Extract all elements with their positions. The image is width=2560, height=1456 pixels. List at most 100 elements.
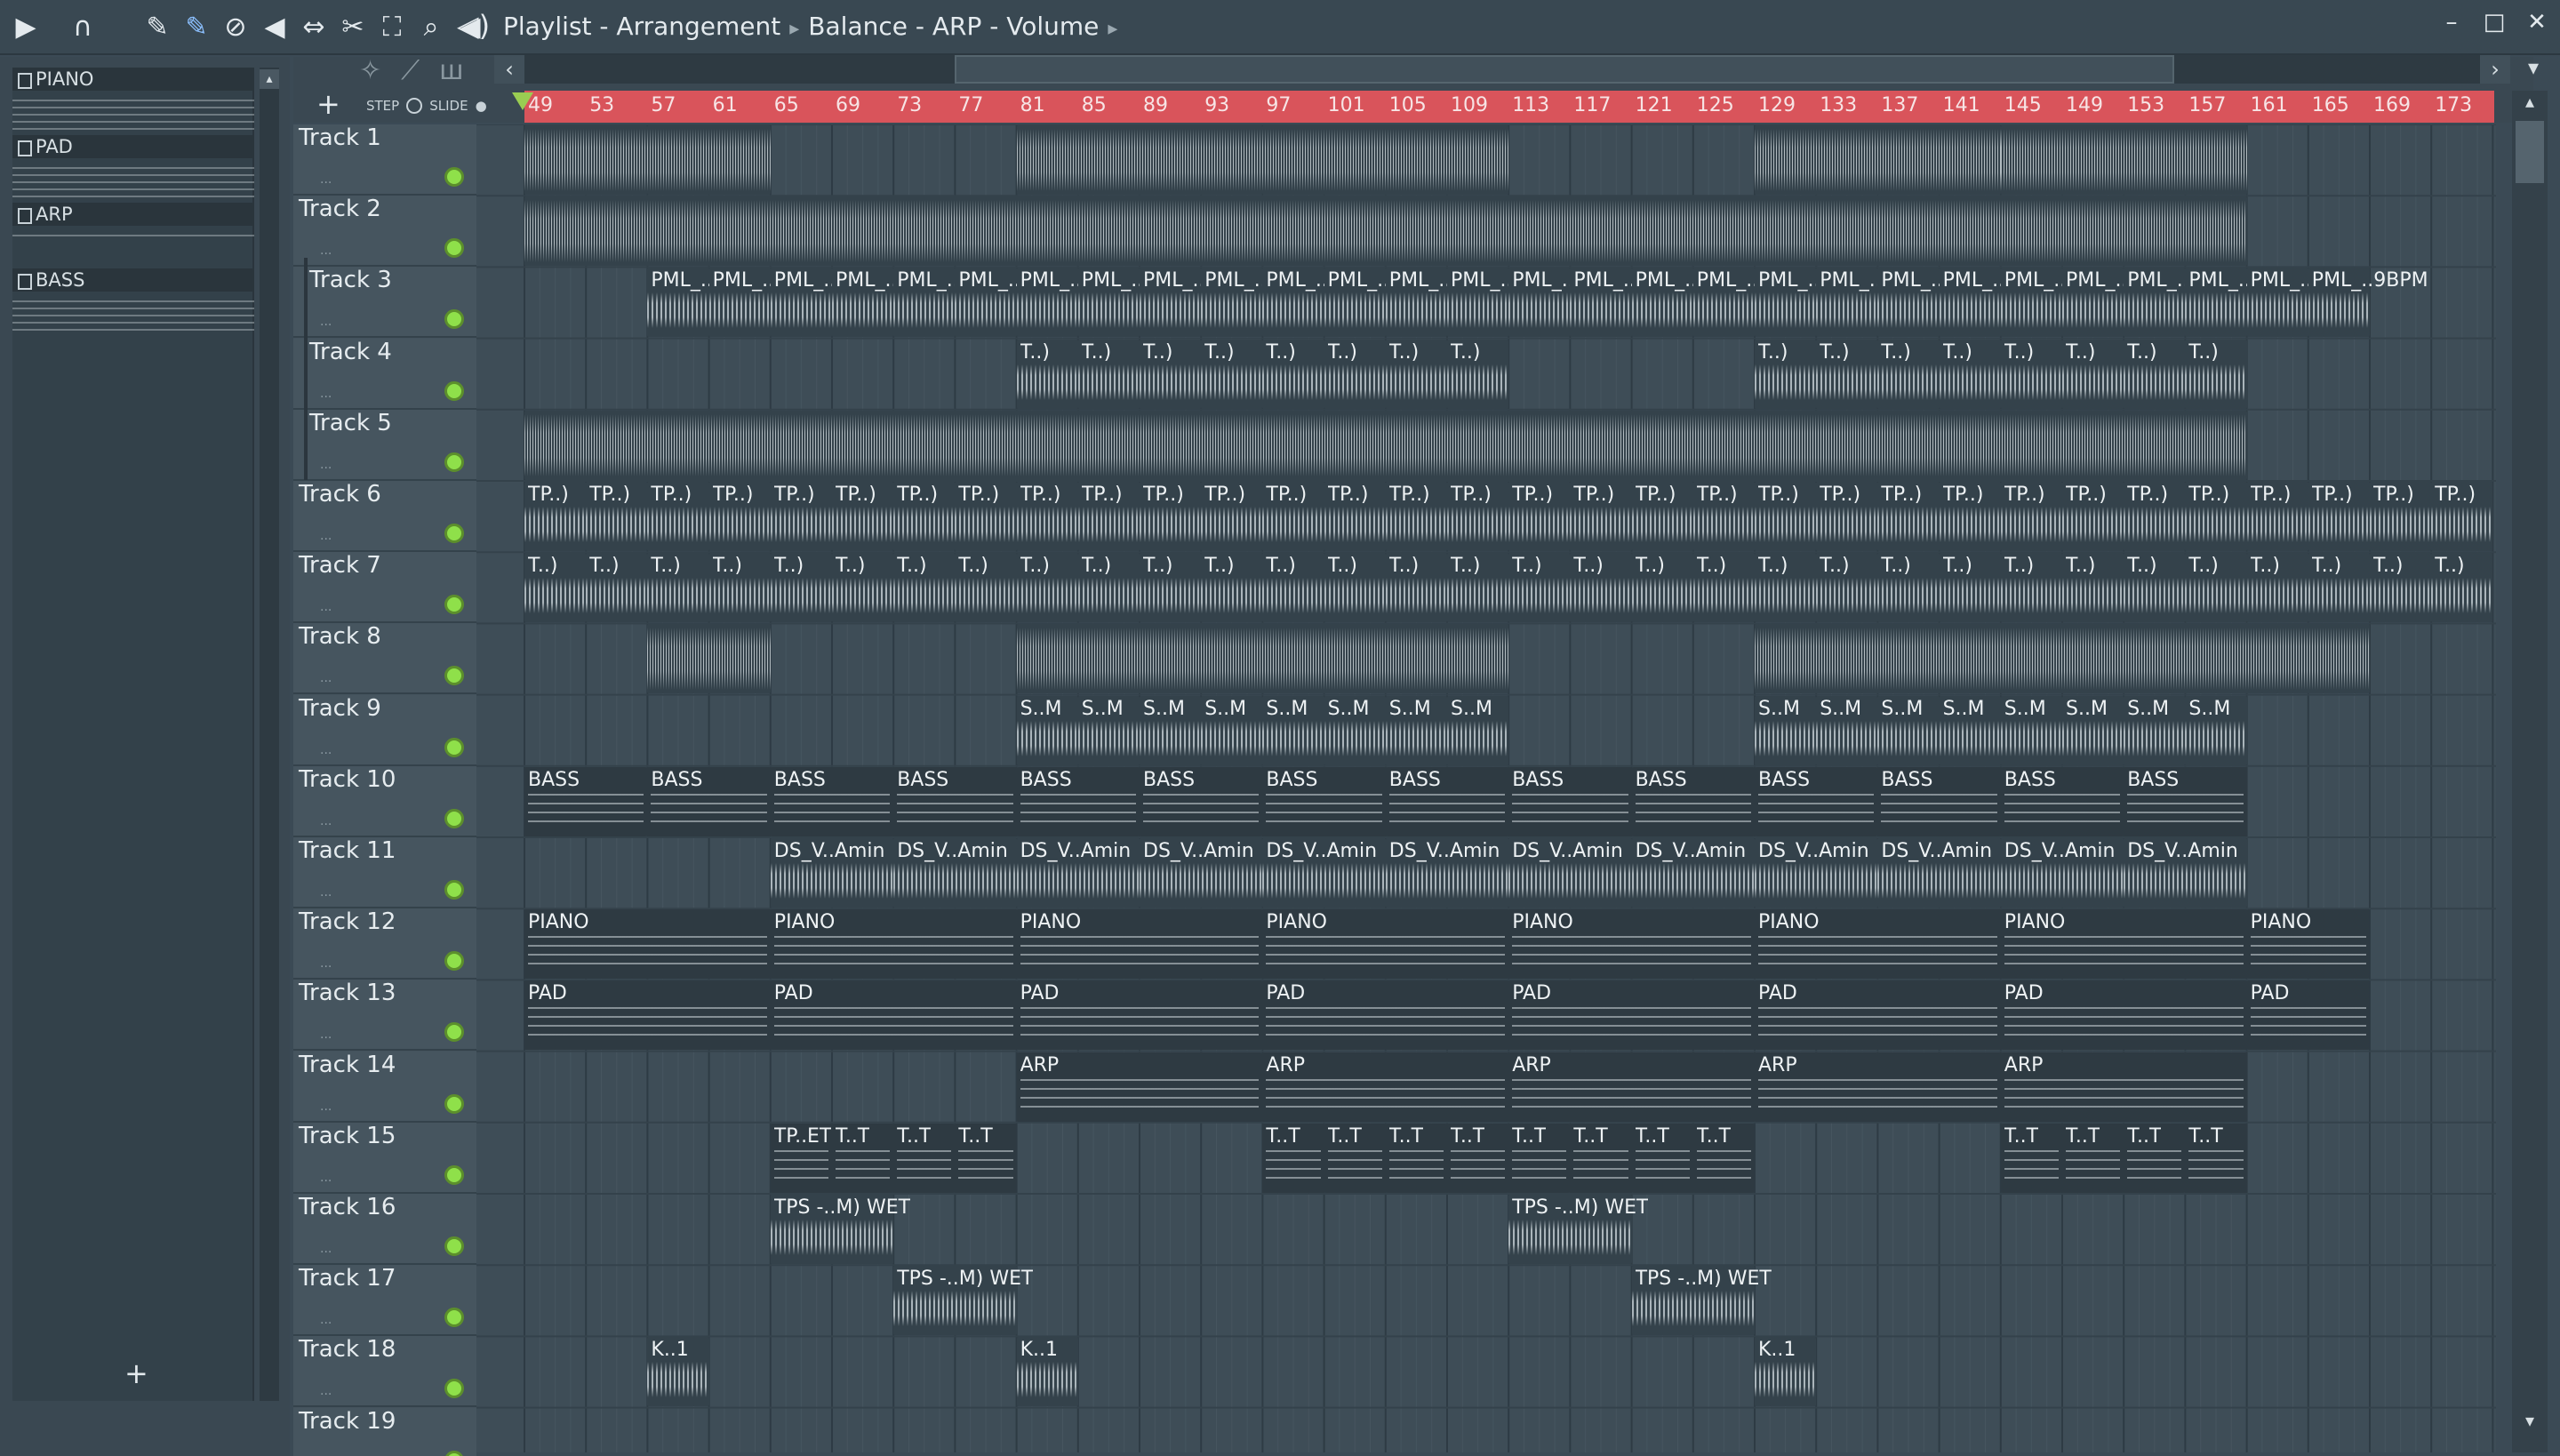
- clip[interactable]: TP..): [1201, 482, 1263, 551]
- track-mute-led-icon[interactable]: [444, 238, 464, 259]
- clip[interactable]: T..T: [1447, 1123, 1509, 1193]
- clip[interactable]: PML_..9BPM: [2000, 268, 2121, 338]
- clip[interactable]: [2000, 125, 2247, 195]
- track-mute-led-icon[interactable]: [444, 737, 464, 757]
- clip[interactable]: [647, 624, 771, 694]
- clip[interactable]: PML_..9BPM: [708, 268, 828, 338]
- clip[interactable]: PAD: [1262, 980, 1509, 1051]
- clip[interactable]: PML_..9BPM: [1140, 268, 1260, 338]
- clip[interactable]: T..): [1877, 339, 1940, 409]
- clip[interactable]: T..): [2062, 339, 2124, 409]
- clip[interactable]: PML_..9BPM: [1755, 268, 1875, 338]
- clip[interactable]: S..M: [1324, 695, 1386, 765]
- clip[interactable]: S..M: [2062, 695, 2124, 765]
- clip[interactable]: T..): [1262, 339, 1324, 409]
- clip[interactable]: PML_..9BPM: [1939, 268, 2059, 338]
- clip[interactable]: T..): [1447, 553, 1509, 623]
- clip[interactable]: DS_V..Amin: [1140, 838, 1263, 908]
- clip[interactable]: PML_..9BPM: [1570, 268, 1690, 338]
- clip[interactable]: T..): [586, 553, 648, 623]
- clip[interactable]: T..): [2185, 553, 2247, 623]
- piano-roll-icon[interactable]: ш: [439, 55, 463, 86]
- clip[interactable]: T..T: [1692, 1123, 1755, 1193]
- clip[interactable]: T..T: [832, 1123, 894, 1193]
- clip[interactable]: T..): [1201, 553, 1263, 623]
- clip[interactable]: TP..): [770, 482, 832, 551]
- clip[interactable]: PIANO: [770, 909, 1017, 980]
- clip[interactable]: T..): [1140, 339, 1202, 409]
- clip[interactable]: S..M: [1816, 695, 1878, 765]
- picker-item[interactable]: PIANO: [12, 68, 254, 135]
- clip[interactable]: BASS: [770, 766, 894, 836]
- clip[interactable]: PML_..9BPM: [1324, 268, 1444, 338]
- clip[interactable]: DS_V..Amin: [1755, 838, 1878, 908]
- track-header[interactable]: Track 18...: [293, 1336, 476, 1408]
- clip[interactable]: T..T: [2185, 1123, 2247, 1193]
- clip[interactable]: T..T: [1508, 1123, 1571, 1193]
- clip[interactable]: PIANO: [524, 909, 771, 980]
- step-toggle[interactable]: [406, 98, 423, 114]
- vertical-scroll-thumb[interactable]: [2516, 121, 2544, 183]
- track-grip-icon[interactable]: ...: [320, 1171, 332, 1185]
- clip[interactable]: TP..): [1077, 482, 1140, 551]
- clip[interactable]: PML_..9BPM: [2062, 268, 2182, 338]
- clip[interactable]: PML_..9BPM: [2308, 268, 2428, 338]
- clip[interactable]: PML_..9BPM: [1016, 268, 1136, 338]
- vertical-scrollbar[interactable]: [2512, 91, 2548, 1452]
- track-mute-led-icon[interactable]: [444, 1450, 464, 1456]
- clip[interactable]: TP..): [1692, 482, 1755, 551]
- clip[interactable]: ARP: [1755, 1052, 2001, 1122]
- clip[interactable]: T..): [1939, 553, 2001, 623]
- clip[interactable]: TP..): [1140, 482, 1202, 551]
- track-grip-icon[interactable]: ...: [320, 885, 332, 900]
- clip[interactable]: T..T: [1570, 1123, 1632, 1193]
- picker-list[interactable]: PIANO PAD ARP BASS: [12, 68, 254, 1401]
- clip[interactable]: PIANO: [1508, 909, 1755, 980]
- track-header[interactable]: Track 10...: [293, 765, 476, 837]
- clip[interactable]: TP..): [832, 482, 894, 551]
- clip[interactable]: S..M: [2185, 695, 2247, 765]
- clip[interactable]: T..): [1262, 553, 1324, 623]
- clip[interactable]: T..): [1939, 339, 2001, 409]
- clip[interactable]: [1016, 125, 1263, 195]
- clip[interactable]: PAD: [1508, 980, 1755, 1051]
- clip[interactable]: K..1: [1755, 1337, 1817, 1407]
- clip[interactable]: TP..): [1631, 482, 1693, 551]
- clip[interactable]: T..T: [2124, 1123, 2186, 1193]
- clip[interactable]: DS_V..Amin: [893, 838, 1017, 908]
- clip[interactable]: BASS: [1631, 766, 1755, 836]
- clip[interactable]: PIANO: [1262, 909, 1509, 980]
- track-grip-icon[interactable]: ...: [320, 529, 332, 543]
- clip[interactable]: TP..): [2431, 482, 2493, 551]
- clip[interactable]: TP..): [1877, 482, 1940, 551]
- clip[interactable]: BASS: [647, 766, 771, 836]
- clip[interactable]: T..): [832, 553, 894, 623]
- track-mute-led-icon[interactable]: [444, 666, 464, 686]
- track-grip-icon[interactable]: ...: [320, 814, 332, 828]
- track-mute-led-icon[interactable]: [444, 880, 464, 900]
- clip[interactable]: T..T: [1262, 1123, 1324, 1193]
- clip[interactable]: S..M: [1016, 695, 1078, 765]
- track-header[interactable]: Track 8...: [293, 623, 476, 695]
- track-mute-led-icon[interactable]: [444, 1308, 464, 1328]
- clip[interactable]: [647, 125, 771, 195]
- clip[interactable]: T..): [893, 553, 956, 623]
- clip[interactable]: TP..): [2062, 482, 2124, 551]
- close-button[interactable]: ✕: [2524, 9, 2549, 36]
- clip[interactable]: TP..): [1324, 482, 1386, 551]
- clip[interactable]: T..): [770, 553, 832, 623]
- clip[interactable]: TP..): [2246, 482, 2308, 551]
- clip[interactable]: T..T: [2062, 1123, 2124, 1193]
- clip[interactable]: [524, 196, 2247, 267]
- track-grip-icon[interactable]: ...: [320, 600, 332, 614]
- clip[interactable]: T..T: [893, 1123, 956, 1193]
- clip[interactable]: T..): [2062, 553, 2124, 623]
- track-header[interactable]: Track 14...: [293, 1051, 476, 1123]
- track-grip-icon[interactable]: ...: [320, 1242, 332, 1256]
- clip[interactable]: T..): [1385, 339, 1447, 409]
- clip[interactable]: PML_..9BPM: [1816, 268, 1936, 338]
- pencil-icon[interactable]: ✎: [140, 9, 174, 44]
- clip[interactable]: TP..): [2000, 482, 2062, 551]
- delete-icon[interactable]: ⊘: [219, 9, 252, 44]
- playhead-marker-icon[interactable]: [512, 92, 533, 110]
